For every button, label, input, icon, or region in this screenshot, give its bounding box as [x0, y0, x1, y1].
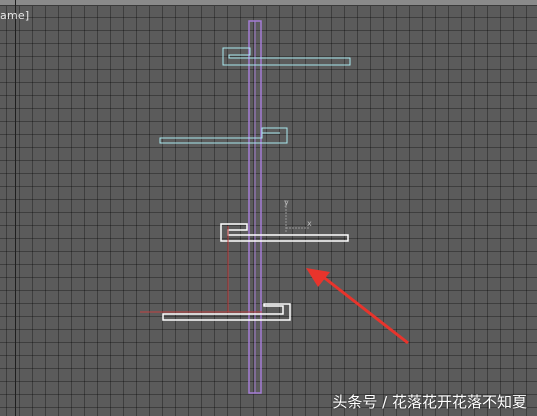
axis-x-label: x: [307, 219, 312, 228]
annotation-arrow-shaft: [321, 274, 409, 345]
scene-canvas[interactable]: x y: [0, 0, 537, 416]
annotation-arrow-head: [306, 268, 330, 287]
axis-y-label: y: [284, 198, 289, 207]
selected-shape-middle[interactable]: [159, 127, 288, 144]
watermark-text: 头条号 / 花落花开花落不知夏: [332, 393, 527, 411]
selected-shape-top[interactable]: [222, 47, 351, 66]
shape-object-middle[interactable]: [220, 223, 349, 242]
